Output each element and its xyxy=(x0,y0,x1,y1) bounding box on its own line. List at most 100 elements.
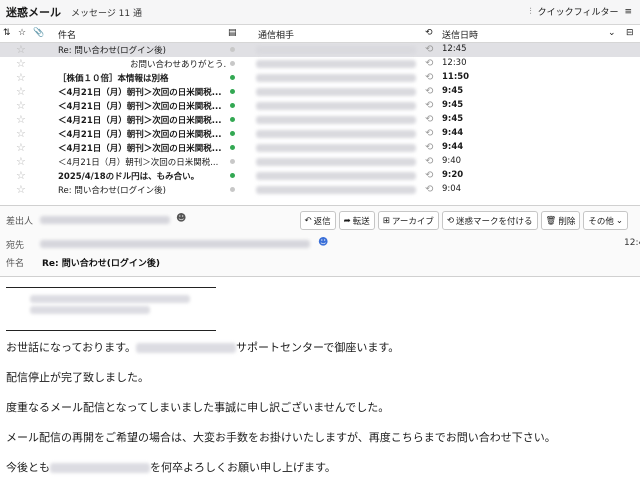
from-value[interactable] xyxy=(40,216,170,224)
message-date: 9:40 xyxy=(442,156,462,166)
message-row[interactable]: ☆ Re: 問い合わせ(ログイン後) ⟲ 12:45 xyxy=(0,43,640,57)
message-date: 12:45 xyxy=(442,44,467,54)
sort-chevron-icon[interactable]: ⌄ xyxy=(608,28,616,38)
message-row[interactable]: ☆ ＜4月21日（月）朝刊＞次回の日米関税... ⟲ 9:44 xyxy=(0,141,640,155)
subject-column[interactable]: 件名 xyxy=(58,28,76,41)
quick-filter-label: クイックフィルター xyxy=(537,8,619,18)
read-status-dot[interactable] xyxy=(230,159,235,164)
read-status-dot[interactable] xyxy=(230,75,235,80)
paragraph-5: 今後とも を何卒よろしくお願い申し上げます。 xyxy=(6,461,336,474)
message-date: 12:30 xyxy=(442,58,467,68)
message-subject: ［株価１０倍］本情報は別格 xyxy=(58,74,169,84)
message-subject: Re: 問い合わせ(ログイン後) xyxy=(58,46,166,56)
attachment-column-icon[interactable]: 📎 xyxy=(33,28,44,38)
more-icon[interactable]: ≡ xyxy=(624,7,632,17)
read-status-dot[interactable] xyxy=(230,89,235,94)
message-row[interactable]: ☆ ［株価１０倍］本情報は別格 ⟲ 11:50 xyxy=(0,71,640,85)
star-icon[interactable]: ☆ xyxy=(16,57,26,70)
chevron-down-icon: ⌄ xyxy=(615,215,623,226)
delete-button[interactable]: 🗑 削除 xyxy=(540,211,581,230)
paragraph-2: 配信停止が完了致しました。 xyxy=(6,371,149,384)
thread-column-icon[interactable]: ⇅ xyxy=(3,28,11,38)
junk-status-icon[interactable]: ⟲ xyxy=(425,57,433,70)
message-list: ☆ Re: 問い合わせ(ログイン後) ⟲ 12:45 ☆ お問い合わせありがとう... ⟲ 1… xyxy=(0,43,640,197)
read-status-dot[interactable] xyxy=(230,145,235,150)
message-row[interactable]: ☆ ＜4月21日（月）朝刊＞次回の日米関税... ⟲ 9:40 xyxy=(0,155,640,169)
junk-status-column-icon[interactable]: ⟲ xyxy=(425,28,433,38)
contact-add-icon[interactable]: ☻ xyxy=(318,237,328,248)
junk-status-icon[interactable]: ⟲ xyxy=(425,43,433,56)
message-row[interactable]: ☆ お問い合わせありがとう... ⟲ 12:30 xyxy=(0,57,640,71)
read-status-dot[interactable] xyxy=(230,117,235,122)
column-picker-icon[interactable]: ⊟ xyxy=(626,28,634,38)
message-subject: お問い合わせありがとう... xyxy=(130,60,226,70)
archive-button[interactable]: ⊞ アーカイブ xyxy=(377,211,439,230)
date-column[interactable]: 送信日時 xyxy=(442,28,478,41)
junk-status-icon[interactable]: ⟲ xyxy=(425,127,433,140)
junk-status-icon[interactable]: ⟲ xyxy=(425,71,433,84)
star-icon[interactable]: ☆ xyxy=(16,169,26,182)
star-icon[interactable]: ☆ xyxy=(16,155,26,168)
read-status-dot[interactable] xyxy=(230,187,235,192)
star-icon[interactable]: ☆ xyxy=(16,99,26,112)
message-subject: Re: 問い合わせ(ログイン後) xyxy=(58,186,166,196)
to-label: 宛先 xyxy=(6,241,25,251)
junk-status-icon[interactable]: ⟲ xyxy=(425,113,433,126)
message-header-pane: 差出人 ☻ ↶ 返信 ➦ 転送 ⊞ アーカイブ ⟲ 迷惑マークを付ける 🗑 削除 その他 ⌄… xyxy=(0,205,640,277)
message-row[interactable]: ☆ ＜4月21日（月）朝刊＞次回の日米関税... ⟲ 9:45 xyxy=(0,85,640,99)
message-row[interactable]: ☆ ＜4月21日（月）朝刊＞次回の日米関税... ⟲ 9:44 xyxy=(0,127,640,141)
junk-status-icon[interactable]: ⟲ xyxy=(425,141,433,154)
star-icon[interactable]: ☆ xyxy=(16,183,26,196)
message-date: 9:44 xyxy=(442,142,464,152)
more-button[interactable]: その他 ⌄ xyxy=(583,211,628,230)
star-icon[interactable]: ☆ xyxy=(16,85,26,98)
star-icon[interactable]: ☆ xyxy=(16,43,26,56)
read-status-dot[interactable] xyxy=(230,173,235,178)
message-row[interactable]: ☆ ＜4月21日（月）朝刊＞次回の日米関税... ⟲ 9:45 xyxy=(0,113,640,127)
correspondent-blurred xyxy=(256,130,416,138)
read-status-dot[interactable] xyxy=(230,47,235,52)
star-icon[interactable]: ☆ xyxy=(16,141,26,154)
contact-icon[interactable]: ☻ xyxy=(176,213,186,224)
reply-button[interactable]: ↶ 返信 xyxy=(299,211,336,230)
star-column-icon[interactable]: ☆ xyxy=(18,28,26,38)
forward-button[interactable]: ➦ 転送 xyxy=(338,211,375,230)
junk-status-icon[interactable]: ⟲ xyxy=(425,183,433,196)
from-label: 差出人 xyxy=(6,217,34,227)
message-date: 9:44 xyxy=(442,128,464,138)
message-subject: ＜4月21日（月）朝刊＞次回の日米関税... xyxy=(58,116,222,126)
correspondent-column[interactable]: 通信相手 xyxy=(258,28,294,41)
junk-status-icon[interactable]: ⟲ xyxy=(425,169,433,182)
star-icon[interactable]: ☆ xyxy=(16,127,26,140)
divider-bottom xyxy=(6,330,216,331)
correspondent-blurred xyxy=(256,186,416,194)
read-status-dot[interactable] xyxy=(230,103,235,108)
junk-button[interactable]: ⟲ 迷惑マークを付ける xyxy=(441,211,538,230)
blurred-banner-line xyxy=(30,295,190,303)
quick-filter-button[interactable]: ⫶ クイックフィルター ≡ xyxy=(529,5,632,19)
message-count: メッセージ 11 通 xyxy=(71,8,142,19)
subject-label: 件名 xyxy=(6,259,25,269)
message-date: 9:45 xyxy=(442,100,464,110)
star-icon[interactable]: ☆ xyxy=(16,113,26,126)
message-date: 9:20 xyxy=(442,170,464,180)
forward-icon: ➦ xyxy=(343,215,351,226)
message-row[interactable]: ☆ 2025/4/18のドル円は、もみ合い。 ⟲ 9:20 xyxy=(0,169,640,183)
correspondent-blurred xyxy=(256,46,416,54)
message-date: 9:04 xyxy=(442,184,462,194)
message-date: 9:45 xyxy=(442,114,464,124)
junk-status-icon[interactable]: ⟲ xyxy=(425,155,433,168)
read-status-dot[interactable] xyxy=(230,61,235,66)
message-row[interactable]: ☆ ＜4月21日（月）朝刊＞次回の日米関税... ⟲ 9:45 xyxy=(0,99,640,113)
correspondent-blurred xyxy=(256,88,416,96)
read-status-dot[interactable] xyxy=(230,131,235,136)
junk-status-icon[interactable]: ⟲ xyxy=(425,99,433,112)
archive-icon: ⊞ xyxy=(382,215,390,226)
message-row[interactable]: ☆ Re: 問い合わせ(ログイン後) ⟲ 9:04 xyxy=(0,183,640,197)
blurred-banner-line xyxy=(30,306,150,314)
junk-status-icon[interactable]: ⟲ xyxy=(425,85,433,98)
to-value[interactable] xyxy=(40,240,310,248)
unread-column-icon[interactable]: ▤ xyxy=(228,28,237,38)
star-icon[interactable]: ☆ xyxy=(16,71,26,84)
message-date: 9:45 xyxy=(442,86,464,96)
